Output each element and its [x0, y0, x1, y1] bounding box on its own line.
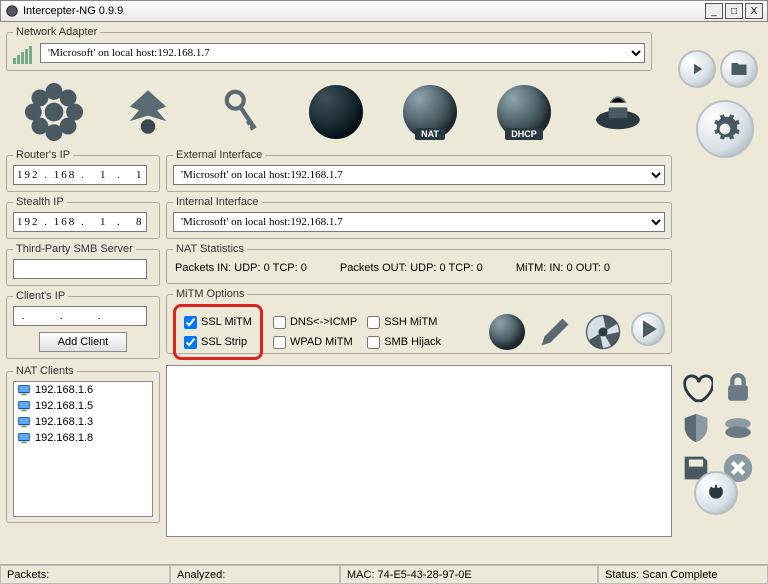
settings-button[interactable] — [696, 100, 754, 158]
smb-server-group: Third-Party SMB Server — [6, 243, 160, 286]
cookies-icon[interactable] — [720, 410, 756, 446]
status-packets: Packets: — [0, 565, 170, 584]
minimize-button[interactable]: _ — [705, 3, 723, 19]
close-button[interactable]: X — [745, 3, 763, 19]
titlebar: Intercepter-NG 0.9.9 _ □ X — [0, 0, 768, 22]
smb-server-input[interactable] — [13, 259, 147, 279]
external-interface-group: External Interface 'Microsoft' on local … — [166, 149, 672, 192]
flower-mode-icon[interactable] — [22, 80, 86, 144]
stealth-ip-input[interactable] — [13, 212, 147, 232]
add-client-button[interactable]: Add Client — [39, 332, 128, 352]
router-ip-input[interactable] — [13, 165, 147, 185]
smb-hijack-checkbox[interactable] — [367, 336, 380, 349]
lock-icon[interactable] — [720, 370, 756, 406]
radar-mode-icon[interactable] — [304, 80, 368, 144]
external-interface-select[interactable]: 'Microsoft' on local host:192.168.1.7 — [173, 165, 665, 185]
log-area[interactable] — [166, 365, 672, 537]
heart-icon[interactable] — [678, 370, 714, 406]
signal-icon — [13, 42, 36, 64]
list-item[interactable]: 192.168.1.6 — [14, 382, 152, 398]
shield-icon[interactable] — [678, 410, 714, 446]
mitm-globe-icon[interactable] — [487, 312, 527, 352]
router-ip-group: Router's IP — [6, 149, 160, 192]
router-mode-icon[interactable] — [586, 80, 650, 144]
status-state: Status: Scan Complete — [598, 565, 768, 584]
dns-icmp-checkbox[interactable] — [273, 316, 286, 329]
app-icon — [5, 4, 19, 18]
nat-statistics-group: NAT Statistics Packets IN: UDP: 0 TCP: 0… — [166, 243, 672, 284]
network-adapter-group: Network Adapter 'Microsoft' on local hos… — [6, 26, 652, 71]
keys-mode-icon[interactable] — [210, 80, 274, 144]
play-button[interactable] — [678, 50, 716, 88]
inject-icon[interactable] — [535, 312, 575, 352]
ssl-strip-checkbox[interactable] — [184, 336, 197, 349]
internal-interface-select[interactable]: 'Microsoft' on local host:192.168.1.7 — [173, 212, 665, 232]
mitm-options-group: MiTM Options SSL MiTM SSL Strip DNS<->IC… — [166, 288, 672, 354]
open-folder-button[interactable] — [720, 50, 758, 88]
wpad-checkbox[interactable] — [273, 336, 286, 349]
list-item[interactable]: 192.168.1.3 — [14, 414, 152, 430]
statusbar: Packets: Analyzed: MAC: 74-E5-43-28-97-0… — [0, 564, 768, 584]
nat-mode-icon[interactable]: NAT — [398, 80, 462, 144]
adapter-legend: Network Adapter — [13, 26, 100, 38]
power-button[interactable] — [694, 471, 738, 515]
nat-clients-group: NAT Clients 192.168.1.6 192.168.1.5 192.… — [6, 365, 160, 523]
packets-out-label: Packets OUT: UDP: 0 TCP: 0 — [340, 262, 483, 274]
eagle-mode-icon[interactable] — [116, 80, 180, 144]
client-list[interactable]: 192.168.1.6 192.168.1.5 192.168.1.3 192.… — [13, 381, 153, 517]
highlight-box: SSL MiTM SSL Strip — [173, 304, 263, 360]
packets-in-label: Packets IN: UDP: 0 TCP: 0 — [175, 262, 307, 274]
stealth-ip-group: Stealth IP — [6, 196, 160, 239]
mitm-count-label: MiTM: IN: 0 OUT: 0 — [516, 262, 610, 274]
list-item[interactable]: 192.168.1.8 — [14, 430, 152, 446]
list-item[interactable]: 192.168.1.5 — [14, 398, 152, 414]
nuke-icon[interactable] — [583, 312, 623, 352]
client-ip-input[interactable] — [13, 306, 147, 326]
dhcp-mode-icon[interactable]: DHCP — [492, 80, 556, 144]
status-mac: MAC: 74-E5-43-28-97-0E — [340, 565, 598, 584]
adapter-select[interactable]: 'Microsoft' on local host:192.168.1.7 — [40, 43, 645, 63]
status-analyzed: Analyzed: — [170, 565, 340, 584]
internal-interface-group: Internal Interface 'Microsoft' on local … — [166, 196, 672, 239]
toolbar: NAT DHCP — [6, 75, 672, 149]
ssl-mitm-checkbox[interactable] — [184, 316, 197, 329]
mitm-play-button[interactable] — [631, 312, 665, 346]
client-ip-group: Client's IP Add Client — [6, 290, 160, 359]
maximize-button[interactable]: □ — [725, 3, 743, 19]
window-title: Intercepter-NG 0.9.9 — [23, 5, 705, 17]
ssh-mitm-checkbox[interactable] — [367, 316, 380, 329]
